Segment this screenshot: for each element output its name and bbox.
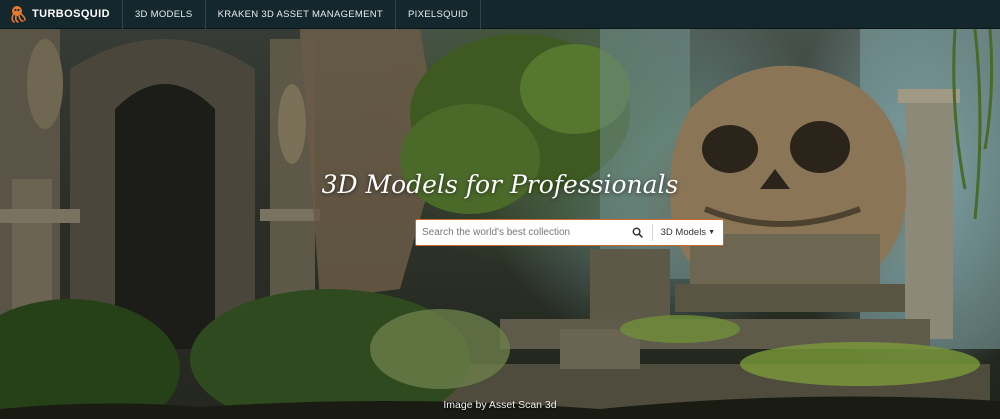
- category-dropdown[interactable]: 3D Models ▼: [657, 220, 723, 245]
- nav-link-kraken[interactable]: KRAKEN 3D ASSET MANAGEMENT: [206, 0, 395, 29]
- search-bar: 3D Models ▼: [415, 219, 724, 246]
- caret-down-icon: ▼: [708, 229, 715, 236]
- nav-divider: [480, 0, 482, 29]
- nav-link-pixelsquid[interactable]: PIXELSQUID: [396, 0, 480, 29]
- search-input[interactable]: [416, 220, 628, 245]
- brand-home-link[interactable]: TURBOSQUID: [0, 0, 122, 29]
- search-button[interactable]: [628, 220, 648, 245]
- hero-banner: 3D Models for Professionals 3D Models ▼ …: [0, 29, 1000, 419]
- hero-heading: 3D Models for Professionals: [321, 170, 679, 199]
- brand-name: TURBOSQUID: [32, 8, 110, 20]
- search-divider: [651, 224, 653, 241]
- squid-logo-icon: [11, 6, 26, 23]
- nav-link-3d-models[interactable]: 3D MODELS: [123, 0, 205, 29]
- search-icon: [632, 227, 643, 238]
- image-credit: Image by Asset Scan 3d: [443, 399, 557, 411]
- top-navigation-bar: TURBOSQUID 3D MODELS KRAKEN 3D ASSET MAN…: [0, 0, 1000, 29]
- category-selected-label: 3D Models: [660, 227, 707, 238]
